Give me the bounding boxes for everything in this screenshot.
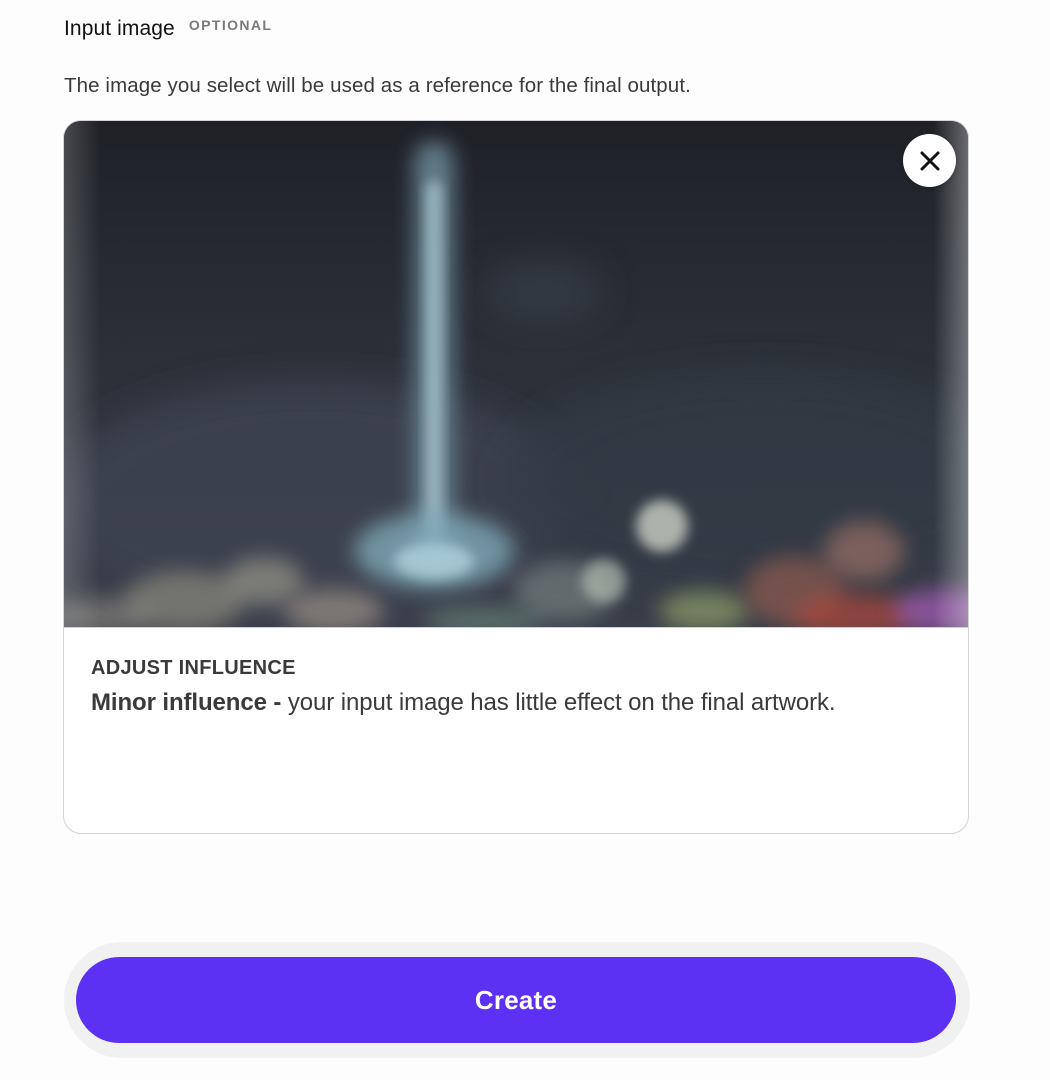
influence-description: Minor influence - your input image has l… — [91, 689, 836, 717]
optional-badge: OPTIONAL — [188, 17, 273, 33]
create-button[interactable]: Create — [76, 957, 956, 1043]
close-icon — [920, 151, 939, 170]
influence-level-name: Minor influence - — [91, 689, 282, 716]
input-image-preview — [64, 121, 968, 628]
section-title: Input image — [64, 17, 175, 40]
blurred-night-city-image — [64, 121, 968, 627]
section-description: The image you select will be used as a r… — [64, 74, 691, 97]
influence-level-desc: your input image has little effect on th… — [281, 689, 836, 716]
section-header: Input image OPTIONAL — [64, 14, 272, 44]
influence-title: ADJUST INFLUENCE — [91, 657, 296, 679]
remove-image-button[interactable] — [903, 134, 956, 187]
input-image-card: ADJUST INFLUENCE Minor influence - your … — [63, 120, 969, 834]
influence-panel: ADJUST INFLUENCE Minor influence - your … — [64, 627, 968, 833]
